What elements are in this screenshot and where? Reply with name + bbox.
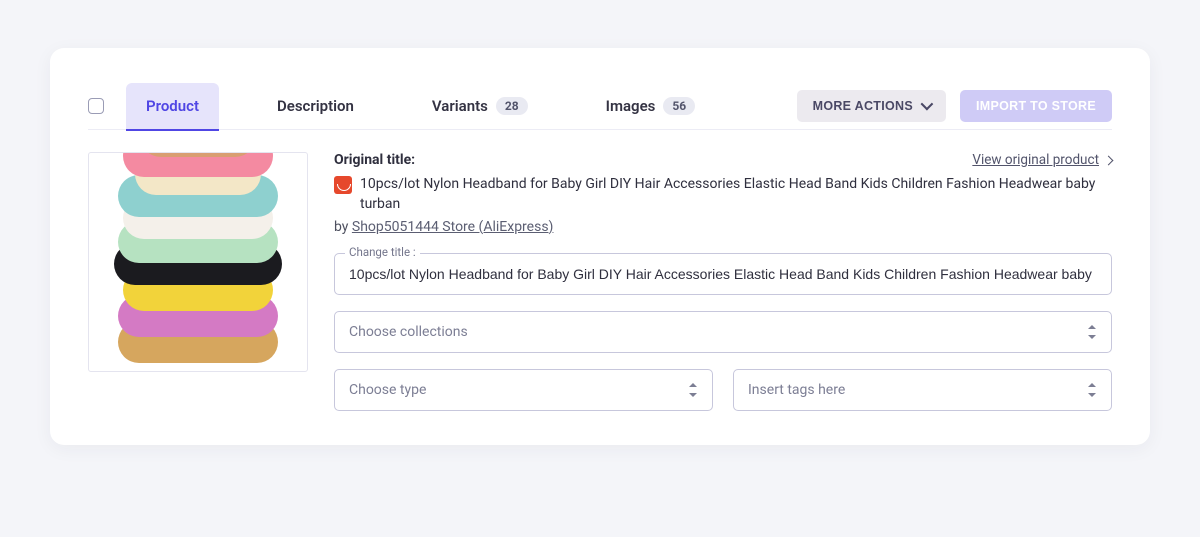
change-title-field: Change title : bbox=[334, 253, 1112, 295]
select-checkbox[interactable] bbox=[88, 98, 104, 114]
select-caret-icon bbox=[1087, 382, 1097, 398]
tab-label: Description bbox=[277, 97, 354, 115]
select-caret-icon bbox=[688, 382, 698, 398]
aliexpress-icon bbox=[334, 176, 352, 194]
tabs: Product Description Variants 28 Images 5… bbox=[88, 83, 797, 129]
original-title-row: Original title: View original product bbox=[334, 152, 1112, 168]
field-legend: Change title : bbox=[345, 245, 420, 259]
tab-label: Images bbox=[606, 97, 656, 115]
select-placeholder: Choose collections bbox=[349, 324, 468, 340]
tab-description[interactable]: Description bbox=[257, 83, 374, 129]
tab-images[interactable]: Images 56 bbox=[586, 83, 716, 129]
card-header: Product Description Variants 28 Images 5… bbox=[88, 82, 1112, 130]
tab-variants[interactable]: Variants 28 bbox=[412, 83, 548, 129]
select-placeholder: Choose type bbox=[349, 382, 426, 398]
original-title-text: 10pcs/lot Nylon Headband for Baby Girl D… bbox=[360, 174, 1112, 215]
tags-select[interactable]: Insert tags here bbox=[733, 369, 1112, 411]
chevron-down-icon bbox=[921, 98, 934, 111]
link-text: View original product bbox=[972, 152, 1099, 168]
action-buttons: MORE ACTIONS IMPORT TO STORE bbox=[797, 90, 1112, 122]
card-body: Original title: View original product 10… bbox=[88, 130, 1112, 411]
tab-label: Product bbox=[146, 97, 199, 115]
button-label: MORE ACTIONS bbox=[813, 99, 913, 113]
select-placeholder: Insert tags here bbox=[748, 382, 845, 398]
tab-product[interactable]: Product bbox=[126, 83, 219, 129]
collections-select[interactable]: Choose collections bbox=[334, 311, 1112, 353]
tab-count: 28 bbox=[496, 97, 528, 115]
store-link[interactable]: Shop5051444 Store (AliExpress) bbox=[352, 219, 554, 235]
type-tags-row: Choose type Insert tags here bbox=[334, 369, 1112, 411]
original-title-content: 10pcs/lot Nylon Headband for Baby Girl D… bbox=[334, 174, 1112, 215]
view-original-link[interactable]: View original product bbox=[972, 152, 1112, 168]
tab-count: 56 bbox=[663, 97, 695, 115]
tab-label: Variants bbox=[432, 97, 488, 115]
by-prefix: by bbox=[334, 219, 352, 235]
product-card: Product Description Variants 28 Images 5… bbox=[50, 48, 1150, 445]
button-label: IMPORT TO STORE bbox=[976, 99, 1096, 113]
chevron-right-icon bbox=[1104, 155, 1114, 165]
original-title-label: Original title: bbox=[334, 152, 415, 168]
product-fields: Original title: View original product 10… bbox=[334, 152, 1112, 411]
more-actions-button[interactable]: MORE ACTIONS bbox=[797, 90, 946, 122]
change-title-input[interactable] bbox=[335, 254, 1111, 294]
import-to-store-button[interactable]: IMPORT TO STORE bbox=[960, 90, 1112, 122]
product-thumbnail[interactable] bbox=[88, 152, 308, 372]
select-caret-icon bbox=[1087, 324, 1097, 340]
type-select[interactable]: Choose type bbox=[334, 369, 713, 411]
by-line: by Shop5051444 Store (AliExpress) bbox=[334, 219, 1112, 235]
